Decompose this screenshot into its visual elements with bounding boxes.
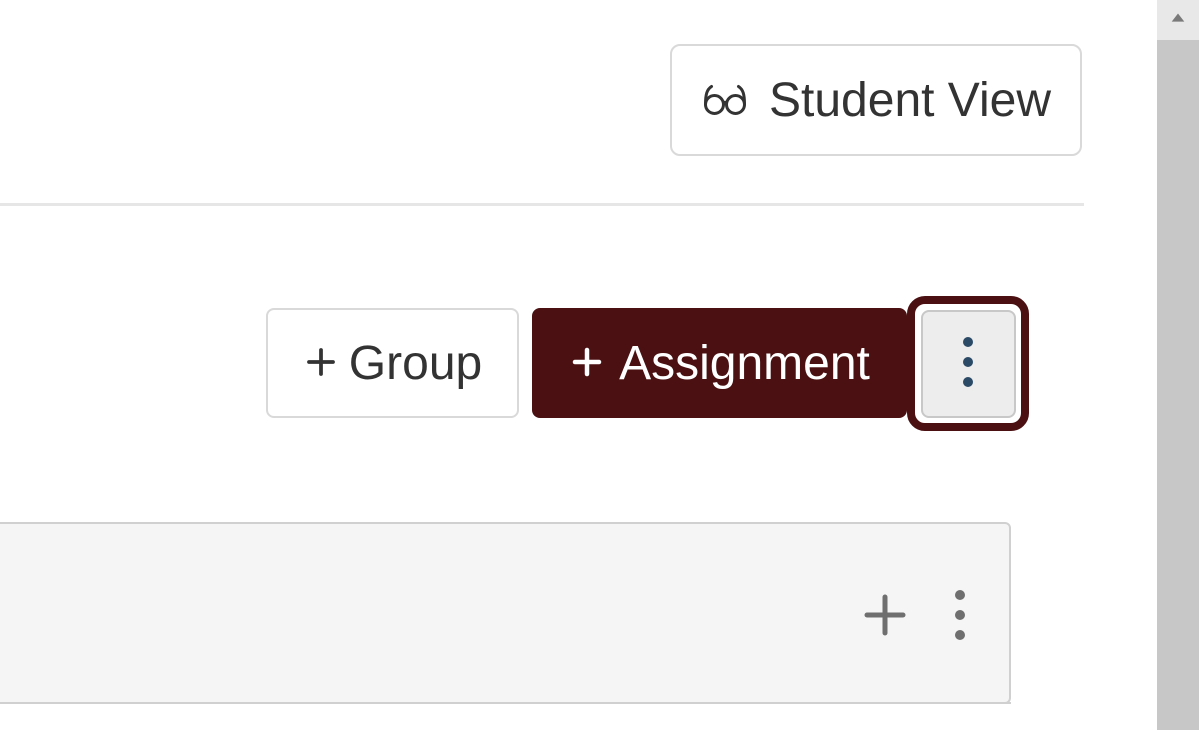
scrollbar-thumb[interactable]: [1157, 40, 1199, 730]
content-area: Student View Group Assignment: [0, 0, 1157, 730]
assignment-group-panel: [0, 522, 1011, 704]
glasses-icon: [701, 76, 749, 124]
panel-add-button[interactable]: [861, 591, 909, 642]
more-options-highlight: [907, 296, 1029, 431]
scrollbar-arrow-up-button[interactable]: [1157, 0, 1199, 40]
header-divider: [0, 203, 1084, 206]
add-group-button[interactable]: Group: [266, 308, 519, 418]
more-options-button[interactable]: [921, 310, 1016, 418]
plus-icon: [569, 344, 605, 383]
student-view-label: Student View: [769, 73, 1051, 128]
add-assignment-button[interactable]: Assignment: [532, 308, 907, 418]
panel-actions: [861, 588, 967, 645]
panel-bottom: [0, 702, 1011, 732]
panel-more-options-button[interactable]: [953, 588, 967, 645]
add-assignment-label: Assignment: [619, 336, 870, 391]
arrow-up-icon: [1169, 9, 1187, 32]
add-group-label: Group: [349, 336, 482, 391]
kebab-icon: [960, 334, 976, 393]
vertical-scrollbar-track[interactable]: [1157, 0, 1199, 730]
student-view-button[interactable]: Student View: [670, 44, 1082, 156]
kebab-icon: [953, 588, 967, 645]
plus-icon: [303, 344, 339, 383]
plus-icon: [861, 591, 909, 642]
